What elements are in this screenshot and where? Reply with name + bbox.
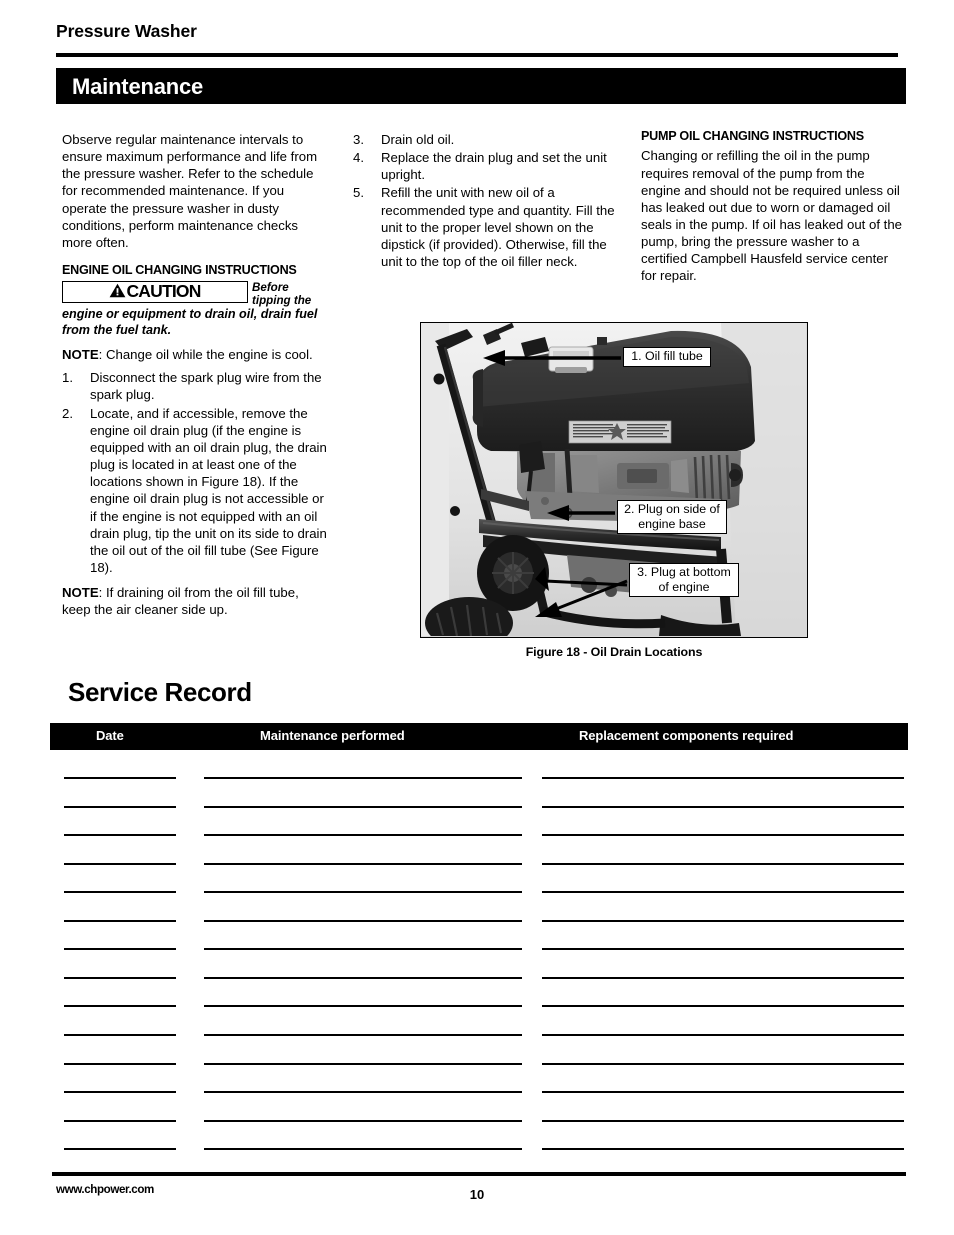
pump-oil-paragraph: Changing or refilling the oil in the pum… [641, 148, 902, 284]
list-item-text: Refill the unit with new oil of a recomm… [381, 185, 615, 270]
row-line-maintenance[interactable] [204, 1033, 522, 1036]
footer-page-number: 10 [469, 1187, 485, 1202]
header-divider [56, 53, 898, 57]
warning-triangle-icon [109, 283, 126, 302]
row-line-date[interactable] [64, 919, 176, 922]
column-header-replacement-components: Replacement components required [579, 728, 794, 743]
column-header-maintenance-performed: Maintenance performed [260, 728, 405, 743]
row-line-replacement[interactable] [542, 1005, 904, 1008]
list-item-number: 5. [353, 185, 364, 201]
note-air-cleaner: NOTE: If draining oil from the oil fill … [62, 584, 328, 618]
column-left: Observe regular maintenance intervals to… [62, 131, 328, 618]
intro-paragraph: Observe regular maintenance intervals to… [62, 132, 318, 250]
caution-block: CAUTION Before tipping the engine or equ… [62, 281, 328, 338]
row-line-date[interactable] [64, 976, 176, 979]
figure-caption: Figure 18 - Oil Drain Locations [525, 645, 703, 659]
engine-photo-illustration [421, 323, 806, 637]
row-line-maintenance[interactable] [204, 919, 522, 922]
list-item-number: 4. [353, 150, 364, 166]
row-line-date[interactable] [64, 891, 176, 894]
column-middle: 3. Drain old oil. 4. Replace the drain plu… [353, 131, 615, 271]
caution-badge: CAUTION [62, 281, 248, 304]
callout-plug-side-engine-base: 2. Plug on side of engine base [617, 500, 727, 535]
caution-lead-text: Before tipping the [252, 281, 312, 308]
page-header: Pressure Washer [56, 21, 898, 41]
row-line-date[interactable] [64, 948, 176, 951]
row-line-date[interactable] [64, 1119, 176, 1122]
row-line-replacement[interactable] [542, 919, 904, 922]
list-item-text: Disconnect the spark plug wire from the … [90, 370, 322, 403]
row-line-date[interactable] [64, 777, 176, 779]
row-line-date[interactable] [64, 834, 176, 837]
list-item: 5. Refill the unit with new oil of a reco… [353, 184, 615, 270]
row-line-maintenance[interactable] [204, 948, 522, 951]
row-line-maintenance[interactable] [204, 777, 522, 779]
note-label: NOTE [62, 347, 99, 363]
list-item: 2. Locate, and if accessible, remove the … [62, 405, 328, 577]
row-line-date[interactable] [64, 1062, 176, 1065]
row-line-maintenance[interactable] [204, 1119, 522, 1122]
list-item-text: Replace the drain plug and set the unit … [381, 150, 607, 183]
caution-tail-text: engine or equipment to drain oil, drain … [62, 307, 318, 337]
footer-divider [52, 1172, 906, 1176]
engine-oil-steps-list-continued: 3. Drain old oil. 4. Replace the drain plu… [353, 131, 615, 270]
note-text: : Change oil while the engine is cool. [98, 347, 313, 363]
list-item-number: 1. [62, 370, 73, 386]
row-line-date[interactable] [64, 1148, 176, 1151]
row-line-maintenance[interactable] [204, 1062, 522, 1065]
pump-oil-heading: PUMP OIL CHANGING INSTRUCTIONS [641, 129, 864, 143]
row-line-maintenance[interactable] [204, 834, 522, 837]
list-item: 4. Replace the drain plug and set the uni… [353, 149, 615, 183]
row-line-maintenance[interactable] [204, 1005, 522, 1008]
callout-oil-fill-tube: 1. Oil fill tube [623, 347, 711, 367]
row-line-replacement[interactable] [542, 1062, 904, 1065]
column-right: PUMP OIL CHANGING INSTRUCTIONS Changing … [641, 128, 903, 285]
row-line-replacement[interactable] [542, 834, 904, 837]
row-line-date[interactable] [64, 1091, 176, 1094]
row-line-maintenance[interactable] [204, 976, 522, 979]
row-line-replacement[interactable] [542, 891, 904, 894]
row-line-replacement[interactable] [542, 777, 904, 779]
list-item-text: Drain old oil. [381, 132, 455, 147]
row-line-replacement[interactable] [542, 1119, 904, 1122]
service-record-table-header: Date Maintenance performed Replacement c… [50, 723, 908, 750]
row-line-replacement[interactable] [542, 1148, 904, 1151]
section-banner-label: Maintenance [72, 74, 204, 99]
page-title: Pressure Washer [56, 21, 197, 41]
caution-badge-inner: CAUTION [109, 281, 201, 302]
list-item: 3. Drain old oil. [353, 131, 615, 148]
list-item-number: 2. [62, 405, 73, 421]
list-item-text: Locate, and if accessible, remove the en… [90, 405, 327, 576]
caution-label: CAUTION [126, 281, 201, 302]
note-label: NOTE [62, 585, 99, 601]
list-item-number: 3. [353, 132, 364, 147]
row-line-replacement[interactable] [542, 1033, 904, 1036]
row-line-maintenance[interactable] [204, 805, 522, 808]
row-line-date[interactable] [64, 1033, 176, 1036]
row-line-replacement[interactable] [542, 948, 904, 951]
row-line-maintenance[interactable] [204, 862, 522, 865]
row-line-date[interactable] [64, 805, 176, 808]
callout-plug-bottom-engine: 3. Plug at bottom of engine [629, 563, 739, 598]
figure-18: 1. Oil fill tube 2. Plug on side of engi… [420, 322, 808, 638]
row-line-maintenance[interactable] [204, 1148, 522, 1151]
row-line-replacement[interactable] [542, 862, 904, 865]
row-line-maintenance[interactable] [204, 1091, 522, 1094]
row-line-replacement[interactable] [542, 976, 904, 979]
row-line-date[interactable] [64, 1005, 176, 1008]
engine-oil-steps-list: 1. Disconnect the spark plug wire from th… [62, 369, 328, 576]
engine-oil-heading: ENGINE OIL CHANGING INSTRUCTIONS [62, 263, 297, 278]
column-header-date: Date [96, 728, 124, 743]
list-item: 1. Disconnect the spark plug wire from th… [62, 369, 328, 403]
row-line-maintenance[interactable] [204, 891, 522, 894]
row-line-replacement[interactable] [542, 1091, 904, 1094]
engine-photo: 1. Oil fill tube 2. Plug on side of engi… [420, 322, 808, 638]
row-line-date[interactable] [64, 862, 176, 865]
note-engine-cool: NOTE: Change oil while the engine is coo… [62, 346, 328, 363]
section-banner-maintenance: Maintenance [56, 68, 906, 104]
service-record-title: Service Record [68, 677, 252, 707]
row-line-replacement[interactable] [542, 805, 904, 808]
